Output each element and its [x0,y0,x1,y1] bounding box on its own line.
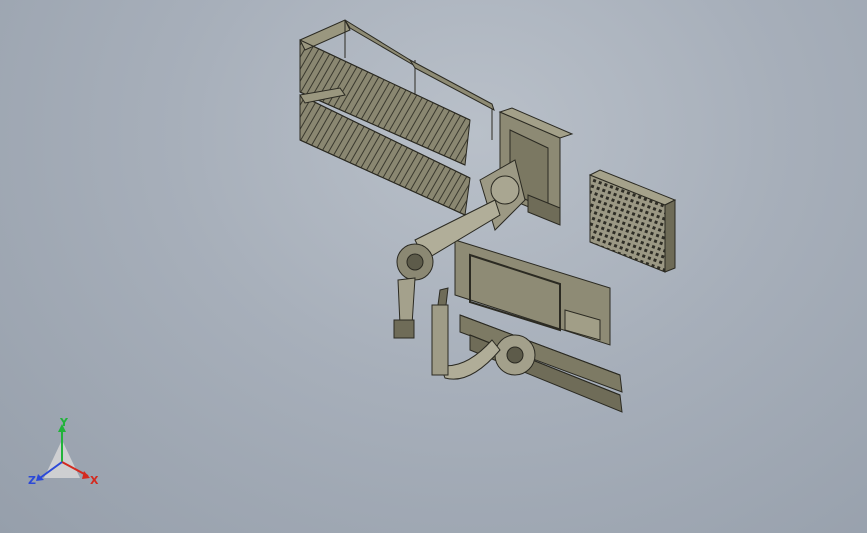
base-platform[interactable] [454,239,623,413]
coordinate-triad: Y X Z [28,416,99,487]
x-axis-label: X [90,474,99,487]
z-axis-label: Z [28,474,36,487]
graphics-viewport[interactable]: Y X Z [0,0,867,533]
x-axis-arrow [82,471,90,479]
pallet[interactable] [588,169,677,273]
y-axis-label: Y [59,416,69,429]
